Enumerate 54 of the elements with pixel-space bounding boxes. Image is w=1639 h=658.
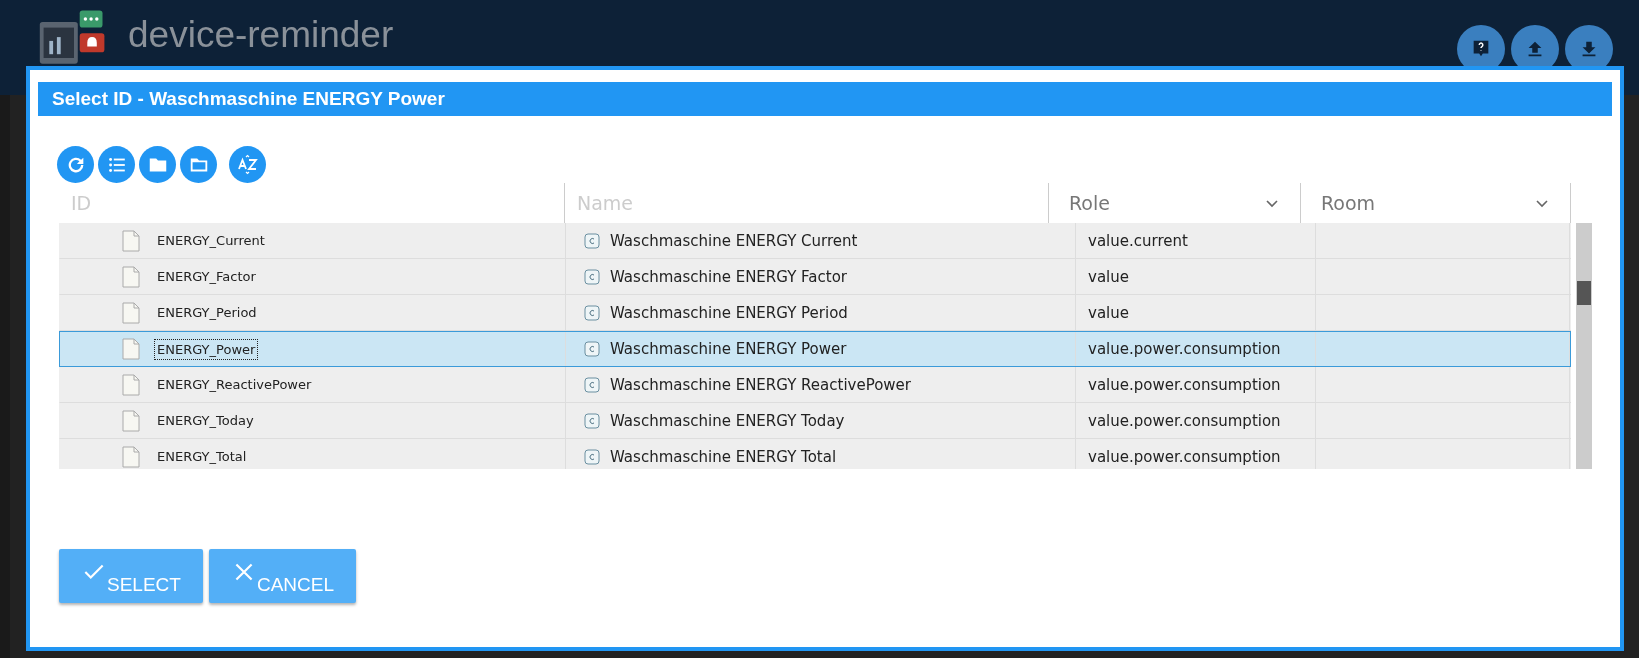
table-row[interactable]: ENERGY_Total Waschmaschine ENERGY Total value.power.consumption: [59, 439, 1571, 469]
file-icon: [122, 445, 140, 468]
state-icon: [584, 268, 600, 285]
file-icon: [122, 338, 140, 360]
file-icon: [122, 229, 140, 252]
object-id: ENERGY_Total: [156, 448, 248, 466]
object-name: Waschmaschine ENERGY Current: [610, 231, 858, 250]
object-id: ENERGY_Today: [156, 412, 255, 430]
sort-az-icon: [235, 152, 260, 177]
file-icon: [122, 373, 140, 396]
folder-button[interactable]: [139, 146, 176, 183]
table-row[interactable]: ENERGY_Current Waschmaschine ENERGY Current value.current: [59, 223, 1571, 259]
object-id: ENERGY_Factor: [156, 268, 257, 286]
folder-outline-button[interactable]: [180, 146, 217, 183]
state-icon: [584, 376, 600, 393]
table-row[interactable]: ENERGY_Power Waschmaschine ENERGY Power value.power.consumption: [59, 331, 1571, 367]
table-row[interactable]: ENERGY_Period Waschmaschine ENERGY Period value: [59, 295, 1571, 331]
object-id: ENERGY_ReactivePower: [156, 376, 313, 394]
file-icon: [122, 409, 140, 432]
sort-button[interactable]: [229, 146, 266, 183]
refresh-button[interactable]: [57, 146, 94, 183]
object-name: Waschmaschine ENERGY Period: [610, 303, 848, 322]
object-name: Waschmaschine ENERGY Factor: [610, 267, 847, 286]
state-icon: [584, 341, 600, 357]
object-role: value.power.consumption: [1088, 375, 1281, 394]
table-row[interactable]: ENERGY_ReactivePower Waschmaschine ENERGY ReactivePower value.power.consumption: [59, 367, 1571, 403]
object-name: Waschmaschine ENERGY Today: [610, 411, 845, 430]
object-role: value.power.consumption: [1088, 340, 1281, 358]
file-icon: [122, 301, 140, 324]
scrollbar-thumb[interactable]: [1577, 281, 1591, 305]
object-role: value.power.consumption: [1088, 411, 1281, 430]
object-name: Waschmaschine ENERGY Total: [610, 447, 837, 466]
object-role: value: [1088, 267, 1129, 286]
object-id: ENERGY_Period: [156, 304, 258, 322]
dialog-title: Select ID - Waschmaschine ENERGY Power: [38, 82, 1612, 116]
table-row[interactable]: ENERGY_Today Waschmaschine ENERGY Today value.power.consumption: [59, 403, 1571, 439]
filter-dropdown[interactable]: Room: [1301, 192, 1570, 214]
state-icon: [584, 448, 600, 465]
filter-dropdown[interactable]: Role: [1049, 192, 1300, 214]
object-role: value.current: [1088, 231, 1188, 250]
state-icon: [584, 232, 600, 249]
object-id: ENERGY_Power: [154, 338, 259, 360]
object-name: Waschmaschine ENERGY Power: [610, 340, 847, 358]
list-button[interactable]: [98, 146, 135, 183]
scrollbar[interactable]: [1576, 223, 1592, 469]
table-row[interactable]: ENERGY_Factor Waschmaschine ENERGY Factor value: [59, 259, 1571, 295]
object-id: ENERGY_Current: [156, 232, 266, 250]
object-role: value: [1088, 303, 1129, 322]
object-name: Waschmaschine ENERGY ReactivePower: [610, 375, 911, 394]
state-icon: [584, 412, 600, 429]
file-icon: [122, 265, 140, 288]
app-title: device-reminder: [128, 14, 394, 56]
state-icon: [584, 304, 600, 321]
object-role: value.power.consumption: [1088, 447, 1281, 466]
